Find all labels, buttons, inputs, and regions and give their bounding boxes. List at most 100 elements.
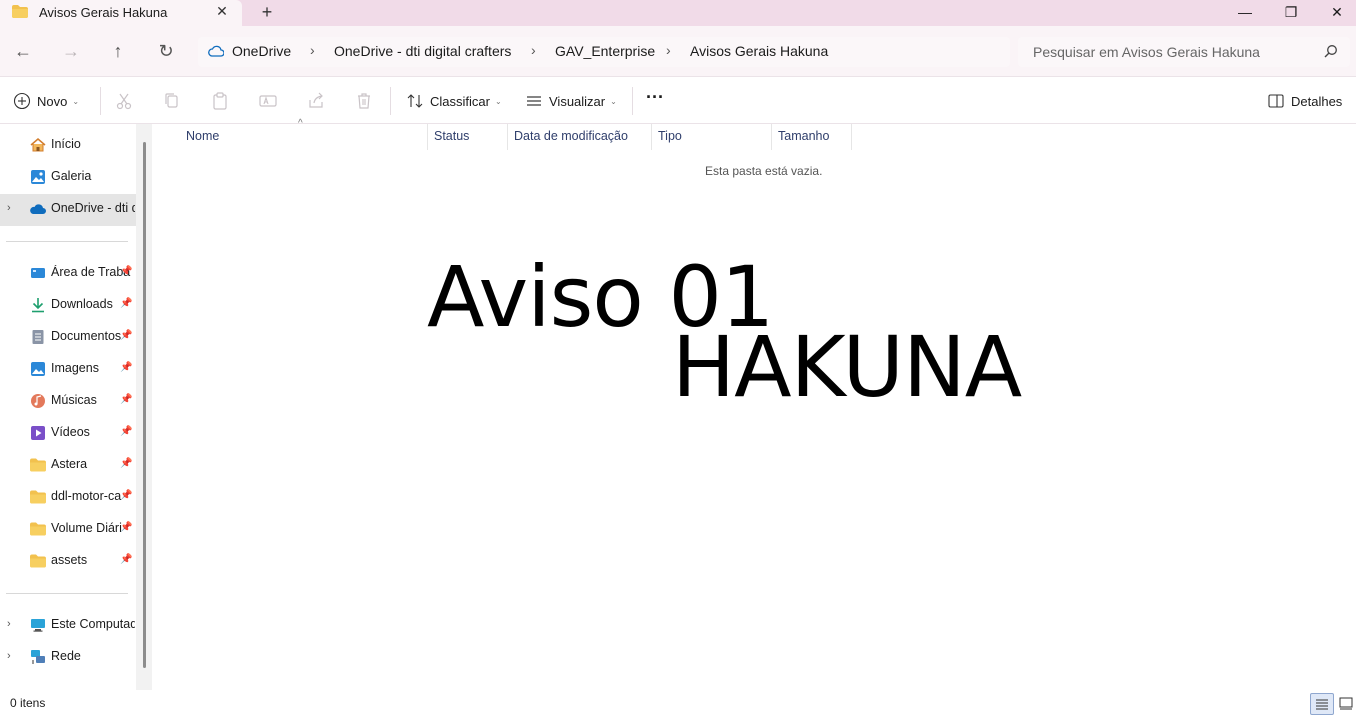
details-pane-button[interactable]: Detalhes xyxy=(1267,91,1342,111)
pin-icon[interactable]: 📌 xyxy=(120,522,132,534)
new-button-label: Novo xyxy=(37,93,68,109)
new-tab-button[interactable]: + xyxy=(258,3,276,21)
sort-icon xyxy=(407,94,423,108)
sidebar-item-astera[interactable]: Astera 📌 xyxy=(0,450,136,482)
sidebar-item-label: Início xyxy=(51,137,81,151)
pin-icon[interactable]: 📌 xyxy=(120,426,132,438)
plus-circle-icon xyxy=(13,92,31,110)
close-window-button[interactable]: ✕ xyxy=(1314,0,1356,26)
command-bar: Novo ⌄ Classificar ⌄ Visualizar ⌄ ··· De… xyxy=(0,76,1356,124)
search-icon[interactable] xyxy=(1324,44,1338,58)
details-pane-icon xyxy=(1268,94,1284,108)
sidebar-item-downloads[interactable]: Downloads 📌 xyxy=(0,290,136,322)
share-icon[interactable] xyxy=(306,91,326,111)
download-icon xyxy=(32,298,44,313)
chevron-down-icon: ⌄ xyxy=(72,96,80,106)
sort-button[interactable]: Classificar ⌄ xyxy=(406,91,502,111)
sidebar-divider xyxy=(6,593,128,594)
videos-icon xyxy=(31,426,45,440)
sidebar-divider xyxy=(6,241,128,242)
onedrive-icon xyxy=(30,204,46,214)
sidebar-item-musicas[interactable]: Músicas 📌 xyxy=(0,386,136,418)
breadcrumb-onedrive[interactable]: OneDrive xyxy=(232,43,291,59)
sidebar-item-desktop[interactable]: Área de Traba 📌 xyxy=(0,258,136,290)
toolbar-divider xyxy=(632,87,633,115)
forward-button[interactable]: → xyxy=(60,40,82,62)
breadcrumb-current-folder[interactable]: Avisos Gerais Hakuna xyxy=(690,43,828,59)
pin-icon[interactable]: 📌 xyxy=(120,490,132,502)
navigation-pane: Início Galeria › OneDrive - dti d Área d… xyxy=(0,124,136,690)
cut-icon[interactable] xyxy=(114,91,134,111)
delete-icon[interactable] xyxy=(354,91,374,111)
rename-icon[interactable] xyxy=(258,91,278,111)
up-button[interactable]: ↑ xyxy=(107,40,129,62)
chevron-right-icon[interactable]: › xyxy=(7,650,11,662)
breadcrumb-separator-icon[interactable]: › xyxy=(310,42,315,58)
column-header-size[interactable]: Tamanho xyxy=(772,124,852,150)
item-count: 0 itens xyxy=(10,696,46,710)
breadcrumb-onedrive-dti[interactable]: OneDrive - dti digital crafters xyxy=(334,43,511,59)
sidebar-item-imagens[interactable]: Imagens 📌 xyxy=(0,354,136,386)
column-header-name[interactable]: Nome xyxy=(180,124,428,150)
cloud-icon xyxy=(208,45,224,57)
pin-icon[interactable]: 📌 xyxy=(120,554,132,566)
sidebar-item-volume-diario[interactable]: Volume Diári 📌 xyxy=(0,514,136,546)
tab-close-icon[interactable]: ✕ xyxy=(214,3,230,19)
sidebar-item-label: Galeria xyxy=(51,169,92,183)
pin-icon[interactable]: 📌 xyxy=(120,458,132,470)
refresh-button[interactable]: ↻ xyxy=(155,40,177,62)
network-icon xyxy=(31,650,45,664)
view-button[interactable]: Visualizar ⌄ xyxy=(525,91,617,111)
pin-icon[interactable]: 📌 xyxy=(120,266,132,278)
chevron-right-icon[interactable]: › xyxy=(7,618,11,630)
desktop-icon xyxy=(31,268,45,278)
sidebar-item-inicio[interactable]: Início xyxy=(0,130,136,162)
details-view-button[interactable] xyxy=(1310,693,1334,715)
details-pane-label: Detalhes xyxy=(1291,93,1343,109)
search-input[interactable]: Pesquisar em Avisos Gerais Hakuna xyxy=(1018,37,1350,67)
minimize-button[interactable]: — xyxy=(1222,0,1268,26)
folder-icon xyxy=(30,490,46,504)
column-header-status[interactable]: Status xyxy=(428,124,508,150)
sidebar-item-documentos[interactable]: Documentos 📌 xyxy=(0,322,136,354)
pictures-icon xyxy=(31,362,45,376)
folder-icon xyxy=(30,458,46,472)
maximize-button[interactable]: ❐ xyxy=(1268,0,1314,26)
column-header-modified[interactable]: Data de modificação xyxy=(508,124,652,150)
breadcrumb-gav-enterprise[interactable]: GAV_Enterprise xyxy=(555,43,655,59)
sidebar-scrollbar-thumb[interactable] xyxy=(143,142,146,668)
pin-icon[interactable]: 📌 xyxy=(120,330,132,342)
breadcrumb-separator-icon[interactable]: › xyxy=(531,42,536,58)
pin-icon[interactable]: 📌 xyxy=(120,394,132,406)
tab-active[interactable]: Avisos Gerais Hakuna ✕ xyxy=(0,0,242,27)
chevron-down-icon: ⌄ xyxy=(494,96,502,106)
breadcrumb-separator-icon[interactable]: › xyxy=(666,42,671,58)
address-bar[interactable]: OneDrive › OneDrive - dti digital crafte… xyxy=(198,37,1010,67)
sidebar-item-rede[interactable]: › Rede xyxy=(0,642,136,674)
chevron-right-icon[interactable]: › xyxy=(7,202,11,214)
sidebar-item-assets[interactable]: assets 📌 xyxy=(0,546,136,578)
pin-icon[interactable]: 📌 xyxy=(120,298,132,310)
tiles-view-icon xyxy=(1339,697,1353,710)
chevron-down-icon: ⌄ xyxy=(610,96,617,106)
more-options-button[interactable]: ··· xyxy=(646,87,664,107)
pin-icon[interactable]: 📌 xyxy=(120,362,132,374)
copy-icon[interactable] xyxy=(162,91,182,111)
overlay-text-hakuna: HAKUNA xyxy=(672,318,1022,416)
sidebar-scrollbar[interactable] xyxy=(136,124,152,690)
toolbar-divider xyxy=(390,87,391,115)
sidebar-item-este-computador[interactable]: › Este Computado xyxy=(0,610,136,642)
empty-folder-message: Esta pasta está vazia. xyxy=(705,164,823,178)
sidebar-item-videos[interactable]: Vídeos 📌 xyxy=(0,418,136,450)
tiles-view-button[interactable] xyxy=(1336,693,1356,715)
new-button[interactable]: Novo ⌄ xyxy=(13,91,79,111)
sidebar-item-label: Este Computado xyxy=(51,617,135,631)
sidebar-item-onedrive[interactable]: › OneDrive - dti d xyxy=(0,194,136,226)
sidebar-item-ddl-motor[interactable]: ddl-motor-ca 📌 xyxy=(0,482,136,514)
sidebar-item-galeria[interactable]: Galeria xyxy=(0,162,136,194)
file-list: ^ Nome Status Data de modificação Tipo T… xyxy=(152,118,1356,690)
file-explorer-window: Avisos Gerais Hakuna ✕ + — ❐ ✕ ← → ↑ ↻ O… xyxy=(0,0,1356,716)
back-button[interactable]: ← xyxy=(12,40,34,62)
column-header-type[interactable]: Tipo xyxy=(652,124,772,150)
paste-icon[interactable] xyxy=(210,91,230,111)
